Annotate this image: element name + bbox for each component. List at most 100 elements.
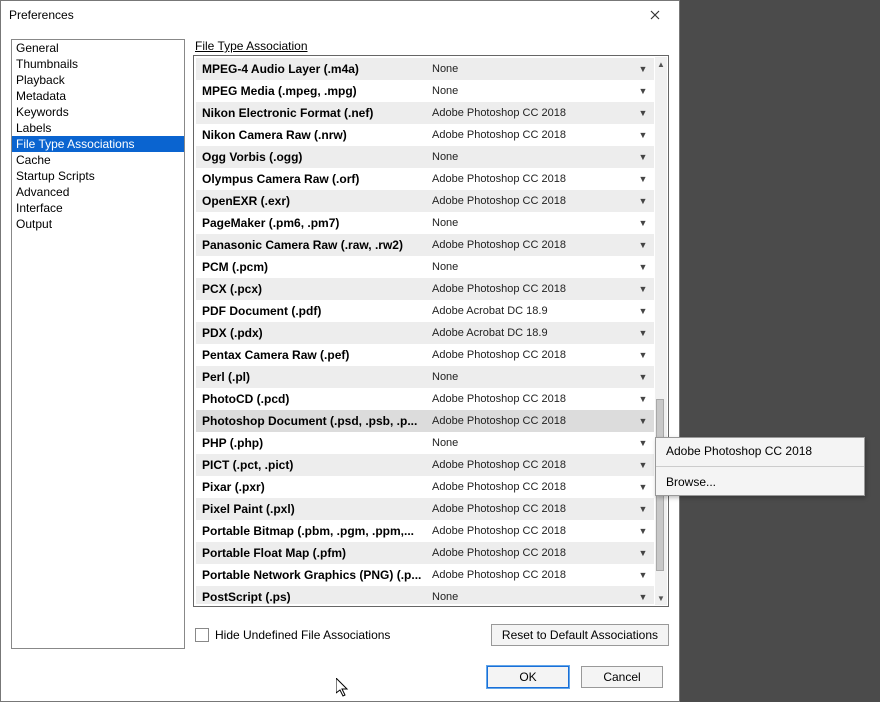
ok-button[interactable]: OK [487,666,569,688]
file-type-row[interactable]: MPEG-4 Audio Layer (.m4a)None▼ [196,58,654,80]
sidebar-item-advanced[interactable]: Advanced [12,184,184,200]
file-type-name: OpenEXR (.exr) [196,194,432,208]
file-type-row[interactable]: Nikon Electronic Format (.nef)Adobe Phot… [196,102,654,124]
file-type-row[interactable]: OpenEXR (.exr)Adobe Photoshop CC 2018▼ [196,190,654,212]
file-type-row[interactable]: PostScript (.ps)None▼ [196,586,654,604]
file-type-row[interactable]: Portable Bitmap (.pbm, .pgm, .ppm,...Ado… [196,520,654,542]
chevron-down-icon[interactable]: ▼ [632,394,654,404]
chevron-down-icon[interactable]: ▼ [632,548,654,558]
file-type-row[interactable]: Pentax Camera Raw (.pef)Adobe Photoshop … [196,344,654,366]
chevron-down-icon[interactable]: ▼ [632,240,654,250]
chevron-down-icon[interactable]: ▼ [632,570,654,580]
file-type-name: Photoshop Document (.psd, .psb, .p... [196,414,432,428]
file-type-app: Adobe Photoshop CC 2018 [432,569,632,581]
chevron-down-icon[interactable]: ▼ [632,86,654,96]
file-type-row[interactable]: Photoshop Document (.psd, .psb, .p...Ado… [196,410,654,432]
file-type-app: Adobe Photoshop CC 2018 [432,195,632,207]
chevron-down-icon[interactable]: ▼ [632,174,654,184]
file-type-row[interactable]: PCM (.pcm)None▼ [196,256,654,278]
file-type-row[interactable]: PhotoCD (.pcd)Adobe Photoshop CC 2018▼ [196,388,654,410]
file-type-name: PCX (.pcx) [196,282,432,296]
reset-defaults-button[interactable]: Reset to Default Associations [491,624,669,646]
sidebar-item-interface[interactable]: Interface [12,200,184,216]
sidebar-item-file-type-associations[interactable]: File Type Associations [12,136,184,152]
file-type-list: MPEG-4 Audio Layer (.m4a)None▼MPEG Media… [193,55,669,607]
file-type-row[interactable]: PHP (.php)None▼ [196,432,654,454]
chevron-down-icon[interactable]: ▼ [632,64,654,74]
file-type-row[interactable]: PDX (.pdx)Adobe Acrobat DC 18.9▼ [196,322,654,344]
chevron-down-icon[interactable]: ▼ [632,328,654,338]
file-type-name: PhotoCD (.pcd) [196,392,432,406]
file-type-app: None [432,151,632,163]
sidebar-item-output[interactable]: Output [12,216,184,232]
scroll-up-arrow-icon[interactable]: ▲ [655,57,667,71]
sidebar-item-thumbnails[interactable]: Thumbnails [12,56,184,72]
chevron-down-icon[interactable]: ▼ [632,460,654,470]
scroll-track[interactable] [655,71,667,591]
chevron-down-icon[interactable]: ▼ [632,196,654,206]
file-type-app: Adobe Photoshop CC 2018 [432,129,632,141]
list-scrollbar[interactable]: ▲ ▼ [655,57,667,605]
sidebar-item-playback[interactable]: Playback [12,72,184,88]
sidebar-item-startup-scripts[interactable]: Startup Scripts [12,168,184,184]
close-button[interactable] [635,3,675,27]
file-type-row[interactable]: Ogg Vorbis (.ogg)None▼ [196,146,654,168]
file-type-name: Olympus Camera Raw (.orf) [196,172,432,186]
file-type-app: Adobe Photoshop CC 2018 [432,459,632,471]
hide-undefined-checkbox[interactable] [195,628,209,642]
chevron-down-icon[interactable]: ▼ [632,130,654,140]
file-type-app: Adobe Photoshop CC 2018 [432,547,632,559]
chevron-down-icon[interactable]: ▼ [632,592,654,602]
sidebar-item-metadata[interactable]: Metadata [12,88,184,104]
file-type-name: PDX (.pdx) [196,326,432,340]
chevron-down-icon[interactable]: ▼ [632,218,654,228]
file-type-name: Perl (.pl) [196,370,432,384]
file-type-row[interactable]: Portable Float Map (.pfm)Adobe Photoshop… [196,542,654,564]
file-type-name: MPEG Media (.mpeg, .mpg) [196,84,432,98]
file-type-row[interactable]: PCX (.pcx)Adobe Photoshop CC 2018▼ [196,278,654,300]
file-type-row[interactable]: MPEG Media (.mpeg, .mpg)None▼ [196,80,654,102]
chevron-down-icon[interactable]: ▼ [632,350,654,360]
file-type-app: Adobe Photoshop CC 2018 [432,349,632,361]
file-type-app: None [432,63,632,75]
file-type-name: PICT (.pct, .pict) [196,458,432,472]
file-type-row[interactable]: PageMaker (.pm6, .pm7)None▼ [196,212,654,234]
chevron-down-icon[interactable]: ▼ [632,306,654,316]
file-type-app: Adobe Photoshop CC 2018 [432,393,632,405]
file-type-name: Portable Network Graphics (PNG) (.p... [196,568,432,582]
file-type-app: Adobe Photoshop CC 2018 [432,283,632,295]
chevron-down-icon[interactable]: ▼ [632,284,654,294]
sidebar-item-general[interactable]: General [12,40,184,56]
file-type-row[interactable]: PICT (.pct, .pict)Adobe Photoshop CC 201… [196,454,654,476]
preferences-sidebar[interactable]: GeneralThumbnailsPlaybackMetadataKeyword… [11,39,185,649]
chevron-down-icon[interactable]: ▼ [632,372,654,382]
dropdown-menu-item[interactable]: Browse... [656,469,864,495]
file-type-row[interactable]: Panasonic Camera Raw (.raw, .rw2)Adobe P… [196,234,654,256]
file-type-name: Ogg Vorbis (.ogg) [196,150,432,164]
close-icon [650,10,660,20]
file-type-row[interactable]: Olympus Camera Raw (.orf)Adobe Photoshop… [196,168,654,190]
file-type-row[interactable]: Portable Network Graphics (PNG) (.p...Ad… [196,564,654,586]
file-type-row[interactable]: Perl (.pl)None▼ [196,366,654,388]
chevron-down-icon[interactable]: ▼ [632,152,654,162]
file-type-row[interactable]: Nikon Camera Raw (.nrw)Adobe Photoshop C… [196,124,654,146]
cancel-button[interactable]: Cancel [581,666,663,688]
file-type-app: None [432,261,632,273]
file-type-row[interactable]: Pixar (.pxr)Adobe Photoshop CC 2018▼ [196,476,654,498]
sidebar-item-labels[interactable]: Labels [12,120,184,136]
chevron-down-icon[interactable]: ▼ [632,108,654,118]
chevron-down-icon[interactable]: ▼ [632,482,654,492]
dropdown-menu-item[interactable]: Adobe Photoshop CC 2018 [656,438,864,464]
file-type-row[interactable]: Pixel Paint (.pxl)Adobe Photoshop CC 201… [196,498,654,520]
chevron-down-icon[interactable]: ▼ [632,416,654,426]
file-type-app: None [432,437,632,449]
file-type-row[interactable]: PDF Document (.pdf)Adobe Acrobat DC 18.9… [196,300,654,322]
sidebar-item-keywords[interactable]: Keywords [12,104,184,120]
file-type-app: Adobe Photoshop CC 2018 [432,503,632,515]
chevron-down-icon[interactable]: ▼ [632,504,654,514]
sidebar-item-cache[interactable]: Cache [12,152,184,168]
chevron-down-icon[interactable]: ▼ [632,438,654,448]
chevron-down-icon[interactable]: ▼ [632,526,654,536]
scroll-down-arrow-icon[interactable]: ▼ [655,591,667,605]
chevron-down-icon[interactable]: ▼ [632,262,654,272]
